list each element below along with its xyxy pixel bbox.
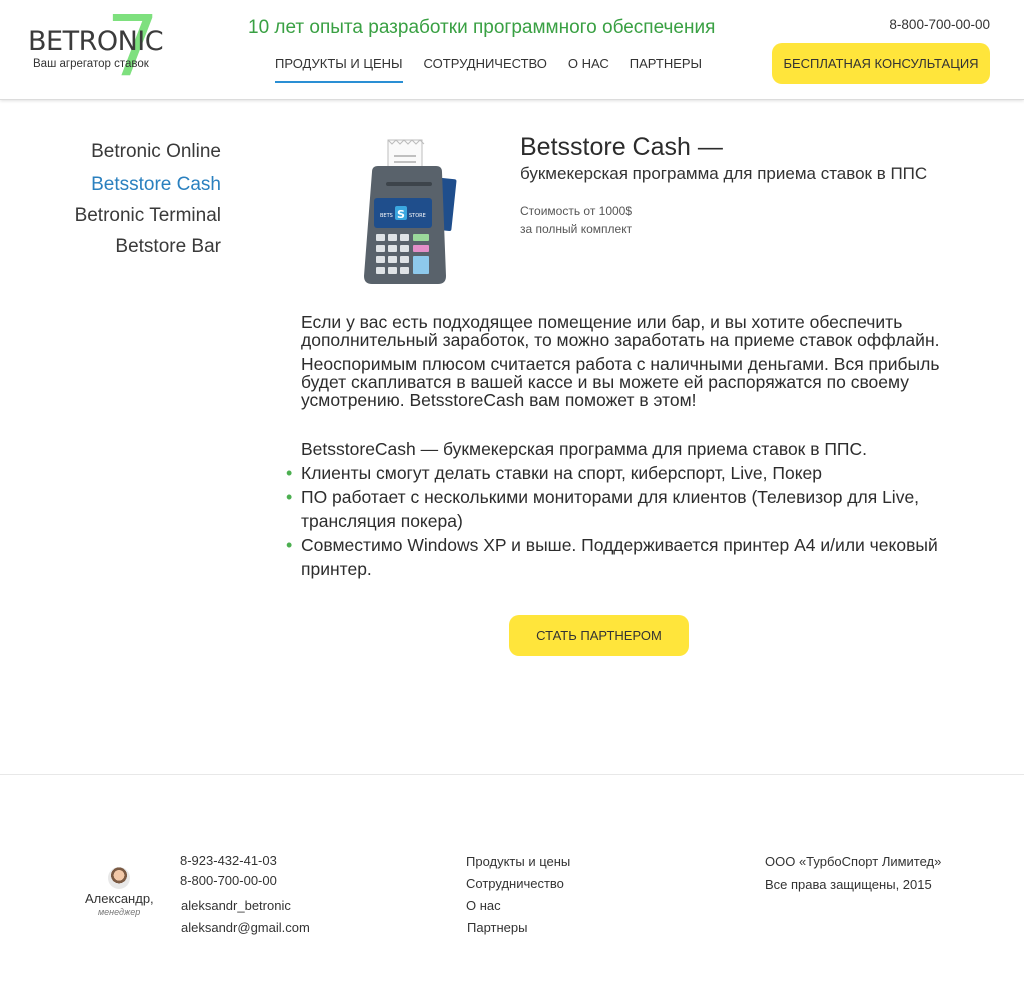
product-title: Betsstore Cash —: [520, 133, 723, 161]
sidebar-item-betronic-terminal[interactable]: Betronic Terminal: [75, 200, 221, 231]
sidebar-item-betronic-online[interactable]: Betronic Online: [75, 136, 221, 167]
product-sidebar: Betronic Online Betsstore Cash Betronic …: [75, 136, 221, 262]
avatar: [108, 867, 130, 889]
product-description: Если у вас есть подходящее помещение или…: [301, 313, 981, 409]
feature-intro: BetsstoreCash — букмекерская программа д…: [301, 439, 868, 459]
sidebar-item-betsstore-cash[interactable]: Betsstore Cash: [75, 169, 221, 200]
feature-list: BetsstoreCash — букмекерская программа д…: [286, 437, 981, 581]
footer-skype[interactable]: aleksandr_betronic: [181, 898, 291, 913]
price-note: за полный комплект: [520, 222, 633, 236]
header-phone[interactable]: 8-800-700-00-00: [889, 17, 990, 32]
footer-link-partners[interactable]: Партнеры: [467, 920, 527, 935]
main-nav: ПРОДУКТЫ И ЦЕНЫ СОТРУДНИЧЕСТВО О НАС ПАР…: [275, 56, 723, 83]
product-subtitle: букмекерская программа для приема ставок…: [520, 164, 928, 183]
description-paragraph: Если у вас есть подходящее помещение или…: [301, 312, 940, 350]
footer-phone-1[interactable]: 8-923-432-41-03: [180, 853, 277, 868]
nav-cooperation[interactable]: СОТРУДНИЧЕСТВО: [424, 56, 547, 83]
logo[interactable]: 7 BETRONIC Ваш агрегатор ставок: [28, 4, 164, 88]
logo-wordmark: BETRONIC: [28, 26, 164, 57]
svg-text:S: S: [397, 208, 405, 221]
footer-phone-2[interactable]: 8-800-700-00-00: [180, 873, 277, 888]
feature-item: ПО работает с несколькими мониторами для…: [286, 485, 981, 533]
site-footer: Александр, менеджер 8-923-432-41-03 8-80…: [0, 774, 1024, 1000]
feature-item: Совместимо Windows XP и выше. Поддержива…: [286, 533, 981, 581]
nav-products[interactable]: ПРОДУКТЫ И ЦЕНЫ: [275, 56, 403, 83]
footer-email[interactable]: aleksandr@gmail.com: [181, 920, 310, 935]
price-line: Стоимость от 1000$: [520, 204, 633, 218]
footer-link-about[interactable]: О нас: [466, 898, 501, 913]
manager-name: Александр,: [85, 891, 154, 906]
feature-item: Клиенты смогут делать ставки на спорт, к…: [286, 461, 981, 485]
svg-text:STORE: STORE: [409, 213, 426, 219]
company-name: ООО «ТурбоСпорт Лимитед»: [765, 854, 942, 869]
sidebar-item-betstore-bar[interactable]: Betstore Bar: [75, 231, 221, 262]
pos-terminal-icon: BETS S STORE: [352, 138, 464, 288]
site-header: 7 BETRONIC Ваш агрегатор ставок 10 лет о…: [0, 0, 1024, 100]
free-consultation-button[interactable]: БЕСПЛАТНАЯ КОНСУЛЬТАЦИЯ: [772, 43, 990, 84]
become-partner-button[interactable]: СТАТЬ ПАРТНЕРОМ: [509, 615, 689, 656]
logo-tagline: Ваш агрегатор ставок: [33, 58, 149, 70]
svg-text:BETS: BETS: [380, 213, 393, 219]
footer-link-cooperation[interactable]: Сотрудничество: [466, 876, 564, 891]
description-paragraph: Неоспоримым плюсом считается работа с на…: [301, 354, 940, 410]
copyright: Все права защищены, 2015: [765, 877, 932, 892]
manager-role: менеджер: [98, 907, 141, 917]
nav-partners[interactable]: ПАРТНЕРЫ: [630, 56, 702, 83]
header-tagline: 10 лет опыта разработки программного обе…: [248, 17, 716, 38]
footer-link-products[interactable]: Продукты и цены: [466, 854, 570, 869]
nav-about[interactable]: О НАС: [568, 56, 609, 83]
